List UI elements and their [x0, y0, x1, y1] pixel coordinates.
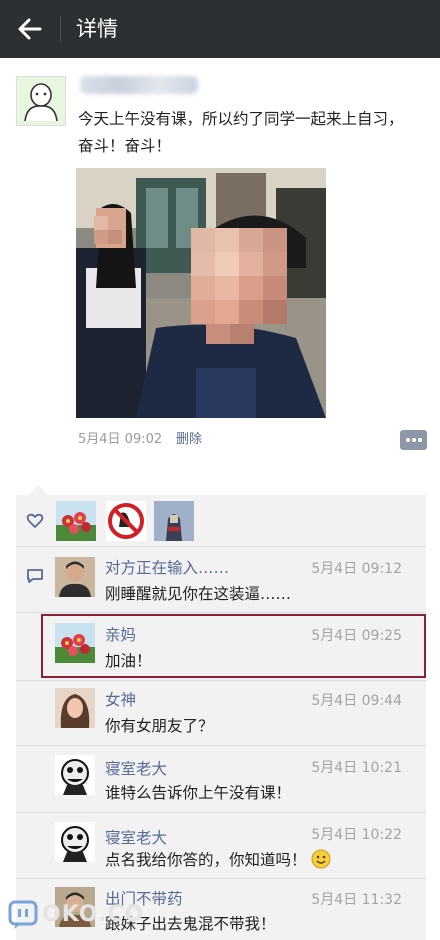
- comment-avatar[interactable]: [55, 822, 95, 862]
- man-avatar-icon: [55, 557, 95, 597]
- comment-action-button[interactable]: [400, 430, 427, 450]
- comment-divider: [16, 680, 426, 681]
- post-date: 5月4日 09:02: [78, 432, 163, 447]
- delete-link[interactable]: 删除: [176, 428, 202, 447]
- comment-divider: [16, 612, 426, 613]
- comment-icon: [27, 569, 43, 583]
- comment-author[interactable]: 对方正在输入……: [105, 556, 229, 578]
- comment-text-content: 点名我给你答的，你知道吗！: [105, 851, 307, 869]
- post-text: 今天上午没有课，所以约了同学一起来上自习，奋斗！奋斗！: [78, 110, 404, 155]
- watermark-text: OKO.CO: [42, 902, 145, 927]
- dot-icon: [412, 438, 416, 442]
- default-avatar-icon: [17, 77, 65, 125]
- comment-divider: [16, 812, 426, 813]
- top-bar: 详情: [0, 0, 440, 58]
- comment-author[interactable]: 寝室老大: [105, 826, 167, 848]
- robot-hero-avatar-icon: [154, 501, 194, 541]
- comment-text: 谁特么告诉你上午没有课！: [105, 784, 292, 802]
- comment-divider: [16, 745, 426, 746]
- dot-icon: [406, 438, 410, 442]
- smiley-emoji-icon: [311, 849, 331, 869]
- watermark-logo-icon: [8, 900, 38, 929]
- cartoon-avatar-icon: [55, 755, 95, 795]
- like-avatar-no-sign[interactable]: [106, 501, 146, 541]
- heart-icon: [26, 513, 44, 528]
- page-title: 详情: [76, 17, 118, 41]
- comment-text: 点名我给你答的，你知道吗！: [105, 848, 331, 870]
- author-name-blurred[interactable]: [80, 76, 198, 94]
- comment-time: 5月4日 09:12: [311, 561, 402, 577]
- panel-pointer: [28, 485, 48, 495]
- comment-time: 5月4日 11:32: [311, 892, 402, 908]
- arrow-left-icon: [18, 18, 42, 40]
- header-divider: [60, 16, 61, 42]
- back-button[interactable]: [14, 14, 46, 44]
- post-photo[interactable]: [76, 168, 326, 418]
- flower-avatar-icon: [56, 501, 96, 541]
- girl-avatar-icon: [55, 688, 95, 728]
- highlight-box: [41, 614, 426, 678]
- cartoon-avatar-icon: [55, 822, 95, 862]
- like-avatar-robot[interactable]: [154, 501, 194, 541]
- comment-divider: [16, 878, 426, 879]
- comment-text: 刚睡醒就见你在这装逼……: [105, 585, 292, 603]
- comment-avatar[interactable]: [55, 688, 95, 728]
- comment-avatar[interactable]: [55, 755, 95, 795]
- comment-text: 你有女朋友了？: [105, 717, 214, 735]
- comment-avatar[interactable]: [55, 557, 95, 597]
- comment-author[interactable]: 寝室老大: [105, 757, 167, 779]
- comment-time: 5月4日 10:22: [311, 827, 402, 843]
- comment-time: 5月4日 09:44: [311, 693, 402, 709]
- likes-divider: [16, 546, 426, 547]
- dot-icon: [418, 438, 422, 442]
- comment-time: 5月4日 10:21: [311, 760, 402, 776]
- photo-illustration: [76, 168, 326, 418]
- prohibited-sign-icon: [106, 501, 146, 541]
- post-avatar[interactable]: [16, 76, 66, 126]
- comment-author[interactable]: 女神: [105, 688, 136, 710]
- like-avatar-flowers[interactable]: [56, 501, 96, 541]
